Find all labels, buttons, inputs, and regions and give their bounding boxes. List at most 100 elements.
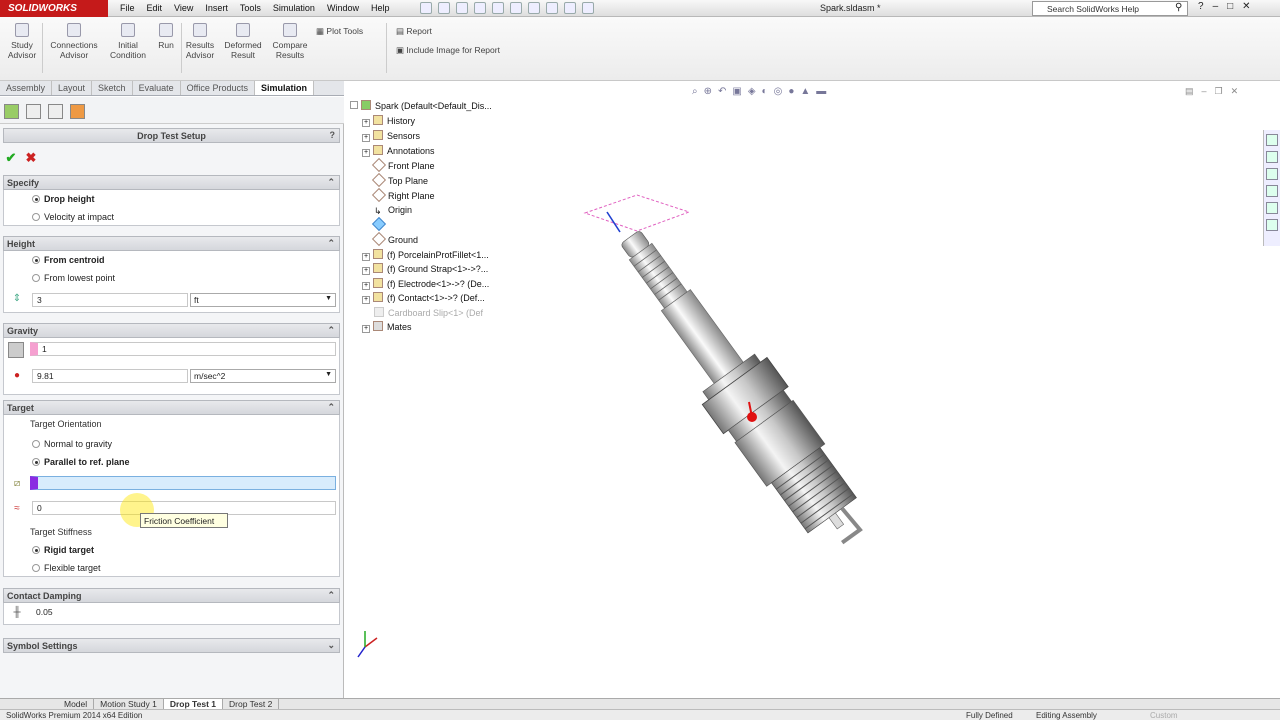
tree-item[interactable]: Cardboard Slip<1> (Def (374, 307, 483, 318)
tree-expander[interactable]: + (362, 325, 370, 333)
section-view-icon[interactable]: ▣ (732, 86, 741, 97)
tree-item[interactable]: Spark (Default<Default_Dis... (350, 100, 492, 111)
help-icon[interactable]: ? (1198, 1, 1204, 12)
collapse-chevron-icon[interactable]: ⌃ (327, 238, 335, 249)
tree-item[interactable]: + Mates (362, 321, 412, 333)
velocity-at-impact-radio[interactable]: Velocity at impact (32, 212, 114, 222)
report-button[interactable]: ▤ Report (396, 26, 432, 37)
display-manager-icon[interactable] (70, 104, 85, 119)
options-icon[interactable] (582, 2, 594, 14)
normal-to-gravity-radio[interactable]: Normal to gravity (32, 439, 112, 449)
gravity-unit-select[interactable]: m/sec^2 ▼ (190, 369, 336, 383)
graphics-area[interactable] (345, 82, 1280, 698)
collapse-chevron-icon[interactable]: ⌃ (327, 325, 335, 336)
contact-damping-section-header[interactable]: Contact Damping ⌃ (3, 588, 340, 603)
drop-height-radio[interactable]: Drop height (32, 194, 95, 204)
tree-expander[interactable]: + (362, 296, 370, 304)
apply-scene-icon[interactable]: ▲ (800, 86, 810, 97)
spark-plug-model[interactable] (345, 82, 1280, 698)
configuration-manager-icon[interactable] (48, 104, 63, 119)
parallel-to-plane-radio[interactable]: Parallel to ref. plane (32, 457, 130, 467)
from-lowest-point-radio[interactable]: From lowest point (32, 273, 115, 283)
feature-tree-icon[interactable] (4, 104, 19, 119)
gravity-value-input[interactable]: 9.81 (32, 369, 188, 383)
connections-advisor-button[interactable]: Connections Advisor (46, 23, 102, 60)
reference-plane-input[interactable] (30, 476, 336, 490)
hide-show-items-icon[interactable]: ◎ (774, 86, 783, 97)
tab-office-products[interactable]: Office Products (181, 81, 255, 95)
tree-expander[interactable]: + (362, 134, 370, 142)
new-document-icon[interactable] (438, 2, 450, 14)
search-icon[interactable]: ⚲ (1175, 2, 1182, 13)
run-button[interactable]: Run (154, 23, 178, 50)
tree-item[interactable]: + (f) Ground Strap<1>->?... (362, 263, 488, 275)
minimize-icon[interactable]: – (1213, 1, 1219, 12)
tile-icon[interactable]: ▤ (1185, 86, 1194, 97)
gravity-reference-input[interactable]: 1 (30, 342, 336, 356)
custom-properties-icon[interactable] (1266, 219, 1278, 231)
menu-window[interactable]: Window (321, 0, 365, 17)
tab-evaluate[interactable]: Evaluate (133, 81, 181, 95)
menu-tools[interactable]: Tools (234, 0, 267, 17)
maximize-icon[interactable]: □ (1227, 1, 1233, 12)
zoom-area-icon[interactable]: ⊕ (704, 86, 712, 97)
deformed-result-button[interactable]: Deformed Result (221, 23, 265, 60)
previous-view-icon[interactable]: ↶ (718, 86, 726, 97)
menu-simulation[interactable]: Simulation (267, 0, 321, 17)
view-settings-icon[interactable]: ▬ (816, 86, 826, 97)
help-search-input[interactable]: Search SolidWorks Help (1032, 1, 1188, 16)
print-icon[interactable] (492, 2, 504, 14)
study-advisor-button[interactable]: Study Advisor (6, 23, 38, 60)
symbol-settings-section-header[interactable]: Symbol Settings ⌄ (3, 638, 340, 653)
tree-item[interactable]: Top Plane (371, 172, 428, 188)
expand-chevron-icon[interactable]: ⌄ (327, 640, 335, 651)
tree-item[interactable]: ↳ Origin (374, 205, 412, 216)
home-icon[interactable] (1266, 134, 1278, 146)
tree-expander[interactable]: + (362, 282, 370, 290)
select-icon[interactable] (528, 2, 540, 14)
tree-item[interactable] (371, 216, 388, 232)
collapse-chevron-icon[interactable]: ⌃ (327, 402, 335, 413)
tab-assembly[interactable]: Assembly (0, 81, 53, 95)
tab-layout[interactable]: Layout (52, 81, 93, 95)
results-advisor-button[interactable]: Results Advisor (183, 23, 217, 60)
tree-expander[interactable] (350, 101, 358, 109)
menu-view[interactable]: View (168, 0, 199, 17)
units-status[interactable]: Custom (1150, 711, 1178, 720)
display-style-icon[interactable]: ◐ (762, 86, 768, 97)
include-image-button[interactable]: ▣ Include Image for Report (396, 45, 500, 56)
pin-icon[interactable] (420, 2, 432, 14)
edit-appearance-icon[interactable]: ● (788, 86, 794, 97)
tree-item[interactable]: + Annotations (362, 145, 435, 157)
appearances-icon[interactable] (1266, 202, 1278, 214)
specify-section-header[interactable]: Specify ⌃ (3, 175, 340, 190)
help-question-icon[interactable]: ? (330, 130, 336, 140)
ok-check-icon[interactable]: ✔ (4, 150, 18, 165)
tree-item[interactable]: + Sensors (362, 130, 420, 142)
file-properties-icon[interactable] (564, 2, 576, 14)
tree-item[interactable]: Right Plane (371, 187, 435, 203)
menu-edit[interactable]: Edit (141, 0, 169, 17)
height-section-header[interactable]: Height ⌃ (3, 236, 340, 251)
tree-expander[interactable]: + (362, 267, 370, 275)
tree-item[interactable]: + (f) Contact<1>->? (Def... (362, 292, 485, 304)
menu-help[interactable]: Help (365, 0, 396, 17)
menu-file[interactable]: File (114, 0, 141, 17)
from-centroid-radio[interactable]: From centroid (32, 255, 105, 265)
tab-sketch[interactable]: Sketch (92, 81, 133, 95)
tab-drop-test-1[interactable]: Drop Test 1 (163, 699, 223, 709)
view-orientation-icon[interactable]: ◈ (748, 86, 756, 97)
collapse-chevron-icon[interactable]: ⌃ (327, 590, 335, 601)
rigid-target-radio[interactable]: Rigid target (32, 545, 94, 555)
collapse-chevron-icon[interactable]: ⌃ (327, 177, 335, 188)
doc-minimize-icon[interactable]: – (1202, 86, 1207, 97)
rebuild-icon[interactable] (546, 2, 558, 14)
tab-simulation[interactable]: Simulation (254, 81, 314, 95)
undo-icon[interactable] (510, 2, 522, 14)
tree-item[interactable]: Ground (371, 231, 418, 247)
close-icon[interactable]: ✕ (1242, 1, 1250, 12)
view-palette-icon[interactable] (1266, 185, 1278, 197)
initial-condition-button[interactable]: Initial Condition (106, 23, 150, 60)
target-section-header[interactable]: Target ⌃ (3, 400, 340, 415)
contact-damping-input[interactable]: 0.05 (32, 606, 336, 620)
